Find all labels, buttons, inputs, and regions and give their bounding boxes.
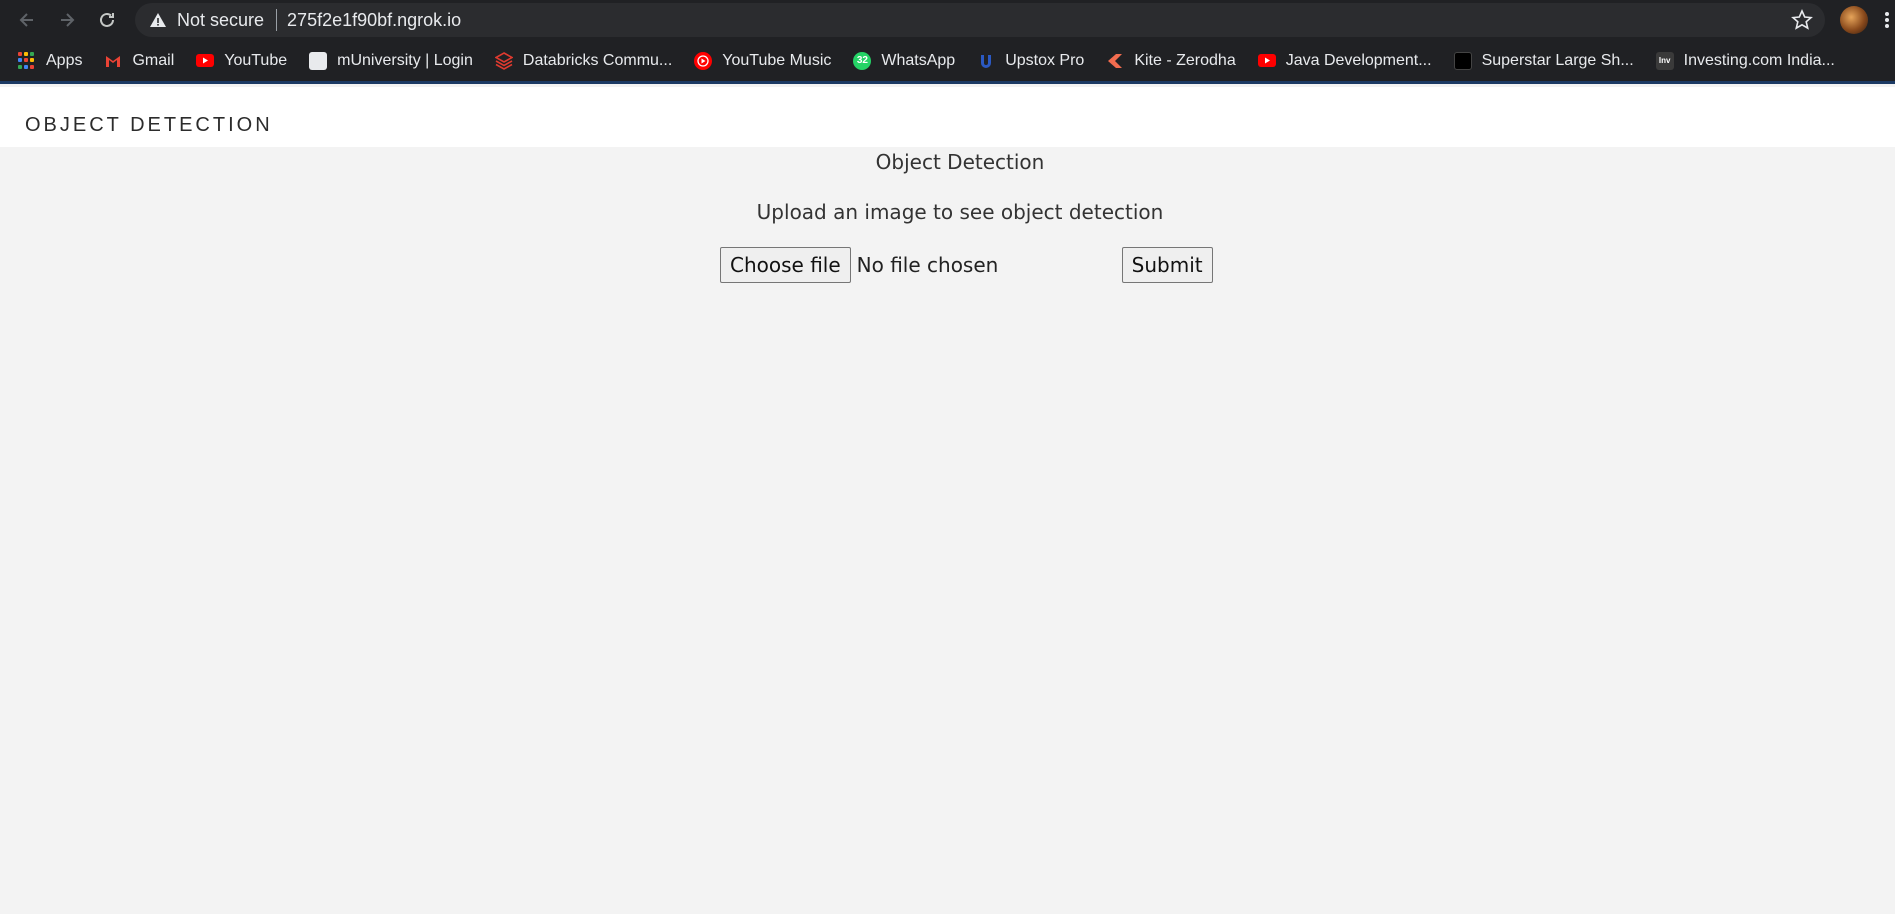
url-text[interactable]: 275f2e1f90bf.ngrok.io xyxy=(287,10,461,31)
arrow-right-icon xyxy=(61,13,75,27)
warning-icon xyxy=(149,11,167,29)
submit-button[interactable]: Submit xyxy=(1121,247,1213,283)
file-status-text: No file chosen xyxy=(856,253,999,277)
bookmark-databricks[interactable]: Databricks Commu... xyxy=(494,51,673,70)
browser-toolbar: Not secure 275f2e1f90bf.ngrok.io xyxy=(0,0,1895,40)
bookmark-label: Databricks Commu... xyxy=(522,51,673,69)
divider xyxy=(276,9,278,31)
page-heading: Object Detection xyxy=(875,150,1045,174)
bookmarks-bar: Apps Gmail YouTube mUniversity | Login D… xyxy=(0,40,1895,84)
bookmark-label: Java Development... xyxy=(1285,51,1432,69)
muniversity-icon xyxy=(309,51,328,70)
bookmark-label: Superstar Large Sh... xyxy=(1481,51,1634,69)
bookmark-kite[interactable]: Kite - Zerodha xyxy=(1106,51,1236,70)
choose-file-button[interactable]: Choose file xyxy=(720,247,851,283)
site-header: OBJECT DETECTION xyxy=(0,87,1895,147)
security-label[interactable]: Not secure xyxy=(177,10,264,31)
reload-button[interactable] xyxy=(87,0,127,40)
bookmark-label: YouTube Music xyxy=(722,51,832,69)
upstox-icon xyxy=(977,52,995,70)
bookmark-upstox[interactable]: Upstox Pro xyxy=(977,52,1084,70)
bookmark-label: Investing.com India... xyxy=(1683,51,1835,69)
bookmark-label: Upstox Pro xyxy=(1005,51,1085,69)
bookmark-label: YouTube xyxy=(224,51,288,69)
bookmark-label: Gmail xyxy=(132,51,175,69)
gmail-icon xyxy=(104,52,122,70)
youtube-icon xyxy=(196,54,215,67)
forward-button[interactable] xyxy=(47,0,87,40)
apps-grid-icon xyxy=(18,51,36,70)
bookmark-label: mUniversity | Login xyxy=(337,51,473,69)
bookmark-investing[interactable]: Inv Investing.com India... xyxy=(1655,51,1835,70)
bookmark-whatsapp[interactable]: 32 WhatsApp xyxy=(853,51,956,70)
whatsapp-icon: 32 xyxy=(853,51,872,70)
bookmark-youtube-music[interactable]: YouTube Music xyxy=(694,51,832,70)
arrow-left-icon xyxy=(19,13,33,27)
bookmark-apps[interactable]: Apps xyxy=(18,51,83,70)
investing-icon: Inv xyxy=(1655,51,1674,70)
bookmark-label: WhatsApp xyxy=(881,51,956,69)
profile-avatar[interactable] xyxy=(1840,6,1868,34)
reload-icon xyxy=(100,12,114,27)
kebab-menu-icon[interactable] xyxy=(1882,10,1892,30)
bookmark-java-development[interactable]: Java Development... xyxy=(1257,51,1432,70)
page-subheading: Upload an image to see object detection xyxy=(756,200,1164,224)
bookmark-gmail[interactable]: Gmail xyxy=(104,52,174,70)
bookmark-superstar[interactable]: Superstar Large Sh... xyxy=(1453,51,1634,70)
bookmark-label: Kite - Zerodha xyxy=(1134,51,1236,69)
databricks-icon xyxy=(494,51,514,70)
bookmark-youtube[interactable]: YouTube xyxy=(196,52,287,70)
superstar-icon xyxy=(1453,51,1472,70)
bookmark-label: Apps xyxy=(46,51,83,69)
kite-icon xyxy=(1106,52,1124,70)
upload-form: Choose file No file chosen Submit xyxy=(720,247,1213,283)
back-button[interactable] xyxy=(7,0,47,40)
bookmark-star-icon[interactable] xyxy=(1791,9,1813,31)
bookmark-muniversity[interactable]: mUniversity | Login xyxy=(309,51,473,70)
site-title: OBJECT DETECTION xyxy=(25,114,273,136)
address-bar[interactable]: Not secure 275f2e1f90bf.ngrok.io xyxy=(135,3,1825,37)
youtube-music-icon xyxy=(694,51,713,70)
youtube-icon xyxy=(1257,54,1276,67)
